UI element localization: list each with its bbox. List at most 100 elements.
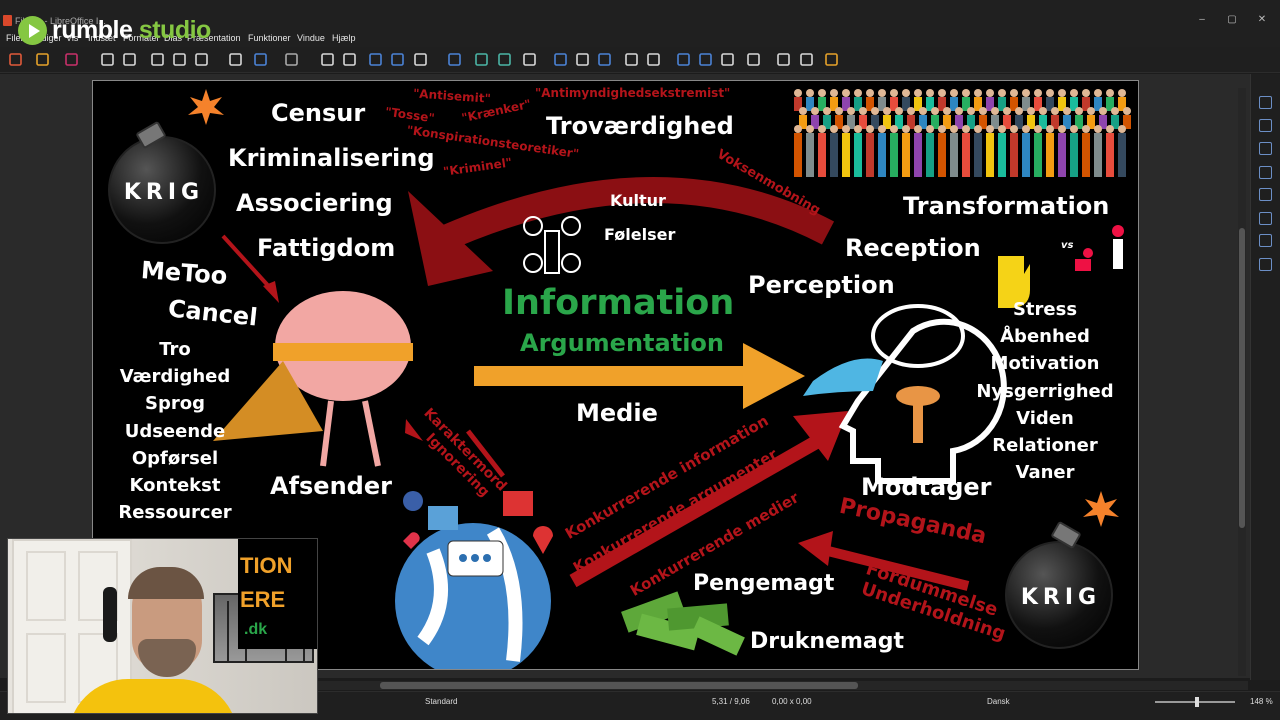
label-associering: Associering [236,189,393,217]
label-kriminalisering: Kriminalisering [228,144,435,172]
print-icon[interactable] [122,52,137,67]
money-icon [621,591,745,656]
bomb-label: KRIG [123,180,205,205]
paste-icon[interactable] [194,52,209,67]
label-censur: Censur [271,99,366,127]
right-list-item-4: Viden [1016,407,1074,429]
slide-start-icon[interactable] [474,52,489,67]
find-icon[interactable] [320,52,335,67]
close-button[interactable]: ✕ [1252,14,1272,25]
label-druknemagt: Druknemagt [750,629,905,654]
helplines-icon[interactable] [390,52,405,67]
media-icon[interactable] [575,52,590,67]
slide-current-icon[interactable] [497,52,512,67]
libreoffice-impress-window: Fil...dp - LibreOffice I... – ▢ ✕ Filer … [0,0,1280,720]
status-position: 5,31 / 9,06 [712,697,750,706]
message-arrow-shaft [474,366,764,386]
clone-icon[interactable] [228,52,243,67]
special-char-icon[interactable] [646,52,661,67]
show-icon[interactable] [746,52,761,67]
chart-icon[interactable] [597,52,612,67]
return-arrow-head [408,191,493,286]
layout-icon[interactable] [824,52,839,67]
hyperlink-icon[interactable] [698,52,713,67]
right-list-item-2: Motivation [990,353,1100,375]
redo-icon[interactable] [284,52,299,67]
new-icon[interactable] [8,52,23,67]
heart-icon [403,532,420,549]
label-pengemagt: Pengemagt [693,571,835,596]
webcam-overlay: TION ERE .dk [7,538,318,714]
photo-icon [428,506,458,530]
standard-toolbar [0,47,1280,73]
logo-brand: rumble [52,16,133,44]
duplicate-icon[interactable] [776,52,791,67]
menu-hjaelp[interactable]: Hjælp [332,33,356,43]
label-trovaerdighed: Troværdighed [546,112,734,140]
logo-suffix: studio [138,16,212,44]
label-transformation: Transformation [903,192,1110,220]
label-fattigdom: Fattigdom [257,234,396,262]
image-icon[interactable] [553,52,568,67]
animation-icon[interactable] [1259,234,1272,247]
gallery-icon[interactable] [1259,142,1272,155]
fontwork-icon[interactable] [676,52,691,67]
right-list-item-0: Stress [1012,299,1078,320]
spark-icon [1083,491,1119,527]
label-kultur: Kultur [610,191,666,210]
textbox-icon[interactable] [624,52,639,67]
maximize-button[interactable]: ▢ [1222,14,1242,25]
table-icon[interactable] [522,52,537,67]
label-vs: vs [1061,240,1074,251]
message-stream [803,358,883,396]
menu-funktioner[interactable]: Funktioner [248,33,291,43]
left-list-item-4: Opførsel [131,447,219,469]
shapes-icon[interactable] [1259,188,1272,201]
zoom-slider-handle[interactable] [1195,697,1199,707]
open-icon[interactable] [35,52,50,67]
label-modtager: Modtager [861,473,992,501]
vertical-scrollbar[interactable] [1238,88,1246,676]
menu-vindue[interactable]: Vindue [297,33,325,43]
insult-antimyndighed: "Antimyndighedsekstremist" [535,86,731,100]
left-list-item-0: Tro [159,339,191,360]
label-reception: Reception [845,234,981,262]
grid-icon[interactable] [368,52,383,67]
right-list-item-1: Åbenhed [1000,326,1090,348]
master-icon[interactable] [447,52,462,67]
label-information: Information [502,283,735,323]
app-icon [3,15,12,26]
status-zoom[interactable]: 148 % [1250,697,1273,706]
rumble-play-icon [18,16,47,45]
master-slides-icon[interactable] [1259,258,1272,271]
lock-icon [403,491,423,511]
left-list-item-5: Kontekst [129,475,221,496]
horizontal-scrollbar[interactable] [318,681,1248,690]
properties-icon[interactable] [1259,96,1272,109]
status-layout: Standard [425,697,458,706]
bomb-icon: KRIG [1005,541,1113,649]
video-icon [503,491,533,516]
display-icon[interactable] [413,52,428,67]
cut-icon[interactable] [150,52,165,67]
copy-icon[interactable] [172,52,187,67]
slide-transition-icon[interactable] [1259,212,1272,225]
right-list-item-5: Relationer [992,435,1098,456]
spark-icon [188,89,224,125]
minimize-button[interactable]: – [1192,14,1212,25]
status-language[interactable]: Dansk [987,697,1010,706]
navigator-icon[interactable] [1259,166,1272,179]
spelling-icon[interactable] [342,52,357,67]
save-icon[interactable] [64,52,79,67]
left-list-item-3: Udseende [124,420,226,442]
undo-icon[interactable] [253,52,268,67]
shapes-icon[interactable] [720,52,735,67]
status-size: 0,00 x 0,00 [772,697,812,706]
right-list-item-3: Nysgerrighed [976,380,1114,402]
pdf-icon[interactable] [100,52,115,67]
webcam-slide-text-3: .dk [244,621,268,638]
styles-icon[interactable] [1259,119,1272,132]
delete-icon[interactable] [799,52,814,67]
emotion-faces-icon [523,216,581,274]
pin-icon [533,526,553,554]
